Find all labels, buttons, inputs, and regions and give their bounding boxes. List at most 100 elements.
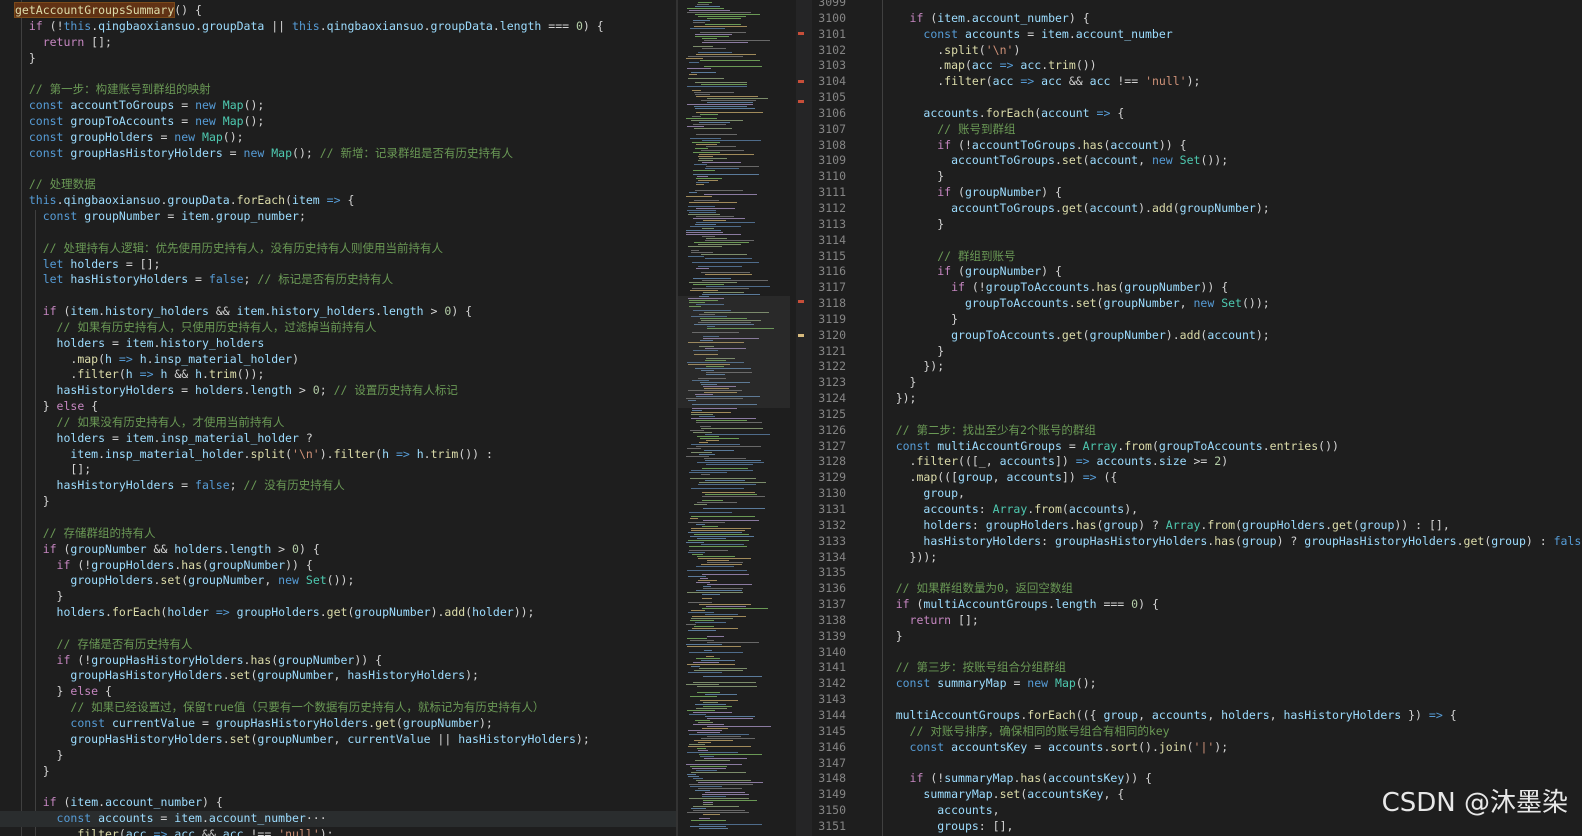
code-line[interactable]: const currentValue = groupHasHistoryHold… bbox=[0, 716, 676, 732]
code-line[interactable]: groupHasHistoryHolders.set(groupNumber, … bbox=[0, 732, 676, 748]
code-line[interactable]: } bbox=[0, 589, 676, 605]
code-line[interactable]: const groupHolders = new Map(); bbox=[0, 130, 676, 146]
code-line[interactable]: 3112 accountToGroups.get(account).add(gr… bbox=[812, 201, 1582, 217]
code-line[interactable]: 3136 // 如果群组数量为0，返回空数组 bbox=[812, 581, 1582, 597]
line-number[interactable]: 3100 bbox=[812, 11, 846, 27]
line-number[interactable]: 3136 bbox=[812, 581, 846, 597]
code-line[interactable]: if (!this.qingbaoxiansuo.groupData || th… bbox=[0, 19, 676, 35]
line-number[interactable]: 3150 bbox=[812, 803, 846, 819]
line-number[interactable]: 3133 bbox=[812, 534, 846, 550]
line-number[interactable]: 3125 bbox=[812, 407, 846, 423]
line-number[interactable]: 3141 bbox=[812, 660, 846, 676]
code-line[interactable] bbox=[0, 225, 676, 241]
left-editor-pane[interactable]: getAccountGroupsSummary() { if (!this.qi… bbox=[0, 0, 676, 836]
code-line[interactable]: const groupToAccounts = new Map(); bbox=[0, 114, 676, 130]
code-line[interactable]: 3114 bbox=[812, 233, 1582, 249]
code-line[interactable]: 3128 .filter(([_, accounts]) => accounts… bbox=[812, 454, 1582, 470]
code-line[interactable]: 3139 } bbox=[812, 629, 1582, 645]
code-line[interactable]: 3131 accounts: Array.from(accounts), bbox=[812, 502, 1582, 518]
code-line[interactable]: 3133 hasHistoryHolders: groupHasHistoryH… bbox=[812, 534, 1582, 550]
code-line[interactable]: // 第一步：构建账号到群组的映射 bbox=[0, 82, 676, 98]
code-line[interactable]: 3145 // 对账号排序，确保相同的账号组合有相同的key bbox=[812, 724, 1582, 740]
code-line[interactable]: 3103 .map(acc => acc.trim()) bbox=[812, 58, 1582, 74]
code-line[interactable]: item.insp_material_holder.split('\n').fi… bbox=[0, 447, 676, 463]
code-line[interactable]: getAccountGroupsSummary() { bbox=[0, 2, 676, 19]
line-number[interactable]: 3151 bbox=[812, 819, 846, 835]
line-number[interactable]: 3137 bbox=[812, 597, 846, 613]
right-editor-pane[interactable]: 3099 3100 if (item.account_number) {3101 … bbox=[812, 0, 1582, 836]
line-number[interactable]: 3138 bbox=[812, 613, 846, 629]
line-number[interactable]: 3103 bbox=[812, 58, 846, 74]
code-line[interactable]: 3119 } bbox=[812, 312, 1582, 328]
code-line[interactable] bbox=[0, 779, 676, 795]
line-number[interactable]: 3131 bbox=[812, 502, 846, 518]
line-number[interactable]: 3106 bbox=[812, 106, 846, 122]
code-line[interactable] bbox=[0, 288, 676, 304]
code-line[interactable]: // 存储群组的持有人 bbox=[0, 526, 676, 542]
line-number[interactable]: 3146 bbox=[812, 740, 846, 756]
line-number[interactable]: 3140 bbox=[812, 645, 846, 661]
code-line[interactable]: 3125 bbox=[812, 407, 1582, 423]
code-line[interactable]: 3129 .map(([group, accounts]) => ({ bbox=[812, 470, 1582, 486]
code-line[interactable]: 3122 }); bbox=[812, 359, 1582, 375]
line-number[interactable]: 3143 bbox=[812, 692, 846, 708]
code-line[interactable]: 3140 bbox=[812, 645, 1582, 661]
line-number[interactable]: 3110 bbox=[812, 169, 846, 185]
code-line[interactable]: 3108 if (!accountToGroups.has(account)) … bbox=[812, 138, 1582, 154]
line-number[interactable]: 3123 bbox=[812, 375, 846, 391]
code-line[interactable] bbox=[0, 621, 676, 637]
code-line[interactable]: 3105 bbox=[812, 90, 1582, 106]
line-number[interactable]: 3130 bbox=[812, 486, 846, 502]
code-line[interactable]: 3111 if (groupNumber) { bbox=[812, 185, 1582, 201]
code-line[interactable]: if (!groupHasHistoryHolders.has(groupNum… bbox=[0, 653, 676, 669]
code-line[interactable]: 3102 .split('\n') bbox=[812, 43, 1582, 59]
line-number[interactable]: 3112 bbox=[812, 201, 846, 217]
code-line[interactable]: const groupHasHistoryHolders = new Map()… bbox=[0, 146, 676, 162]
code-line[interactable]: .filter(acc => acc && acc !== 'null'); bbox=[0, 827, 676, 836]
code-line[interactable]: 3135 bbox=[812, 565, 1582, 581]
line-number[interactable]: 3120 bbox=[812, 328, 846, 344]
code-line[interactable]: // 存储是否有历史持有人 bbox=[0, 637, 676, 653]
line-number[interactable]: 3116 bbox=[812, 264, 846, 280]
line-number[interactable]: 3128 bbox=[812, 454, 846, 470]
code-line[interactable]: if (item.history_holders && item.history… bbox=[0, 304, 676, 320]
minimap-scrollbar[interactable] bbox=[796, 0, 806, 836]
code-line[interactable]: 3124 }); bbox=[812, 391, 1582, 407]
code-line[interactable]: } bbox=[0, 494, 676, 510]
code-line[interactable]: 3116 if (groupNumber) { bbox=[812, 264, 1582, 280]
code-line[interactable]: 3127 const multiAccountGroups = Array. fr… bbox=[812, 439, 1582, 455]
code-line[interactable]: // 处理持有人逻辑：优先使用历史持有人，没有历史持有人则使用当前持有人 bbox=[0, 241, 676, 257]
code-line[interactable]: hasHistoryHolders = holders.length > 0; … bbox=[0, 383, 676, 399]
line-number[interactable]: 3107 bbox=[812, 122, 846, 138]
line-number[interactable]: 3121 bbox=[812, 344, 846, 360]
code-line[interactable]: } bbox=[0, 764, 676, 780]
line-number[interactable]: 3101 bbox=[812, 27, 846, 43]
code-line[interactable]: // 如果已经设置过，保留true值（只要有一个数据有历史持有人，就标记为有历史… bbox=[0, 700, 676, 716]
code-line[interactable]: this.qingbaoxiansuo.groupData.forEach(it… bbox=[0, 193, 676, 209]
line-number[interactable]: 3126 bbox=[812, 423, 846, 439]
code-line[interactable]: holders.forEach(holder => groupHolders.g… bbox=[0, 605, 676, 621]
code-line[interactable] bbox=[0, 161, 676, 177]
code-line[interactable]: return []; bbox=[0, 35, 676, 51]
line-number[interactable]: 3099 bbox=[812, 0, 846, 11]
line-number[interactable]: 3105 bbox=[812, 90, 846, 106]
code-line[interactable]: 3107 // 账号到群组 bbox=[812, 122, 1582, 138]
code-line[interactable]: 3144 multiAccountGroups.forEach(({ group… bbox=[812, 708, 1582, 724]
line-number[interactable]: 3127 bbox=[812, 439, 846, 455]
minimap-slider[interactable] bbox=[678, 296, 790, 408]
code-line[interactable]: groupHolders.set(groupNumber, new Set())… bbox=[0, 573, 676, 589]
code-line[interactable]: 3146 const accountsKey = accounts.sort()… bbox=[812, 740, 1582, 756]
code-line[interactable]: 3143 bbox=[812, 692, 1582, 708]
code-line[interactable]: const accounts = item.account_number··· bbox=[0, 811, 676, 827]
code-line[interactable]: 3137 if (multiAccountGroups.length === 0… bbox=[812, 597, 1582, 613]
code-line[interactable]: 3115 // 群组到账号 bbox=[812, 249, 1582, 265]
code-line[interactable]: 3132 holders: groupHolders.has(group) ? … bbox=[812, 518, 1582, 534]
code-line[interactable]: holders = item.history_holders bbox=[0, 336, 676, 352]
line-number[interactable]: 3113 bbox=[812, 217, 846, 233]
code-line[interactable]: let hasHistoryHolders = false; // 标记是否有历… bbox=[0, 272, 676, 288]
right-code-lines[interactable]: 3099 3100 if (item.account_number) {3101 … bbox=[812, 0, 1582, 835]
code-line[interactable]: 3104 .filter(acc => acc && acc !== 'null… bbox=[812, 74, 1582, 90]
code-line[interactable]: 3120 groupToAccounts.get(groupNumber).ad… bbox=[812, 328, 1582, 344]
code-line[interactable] bbox=[0, 510, 676, 526]
code-line[interactable]: 3110 } bbox=[812, 169, 1582, 185]
